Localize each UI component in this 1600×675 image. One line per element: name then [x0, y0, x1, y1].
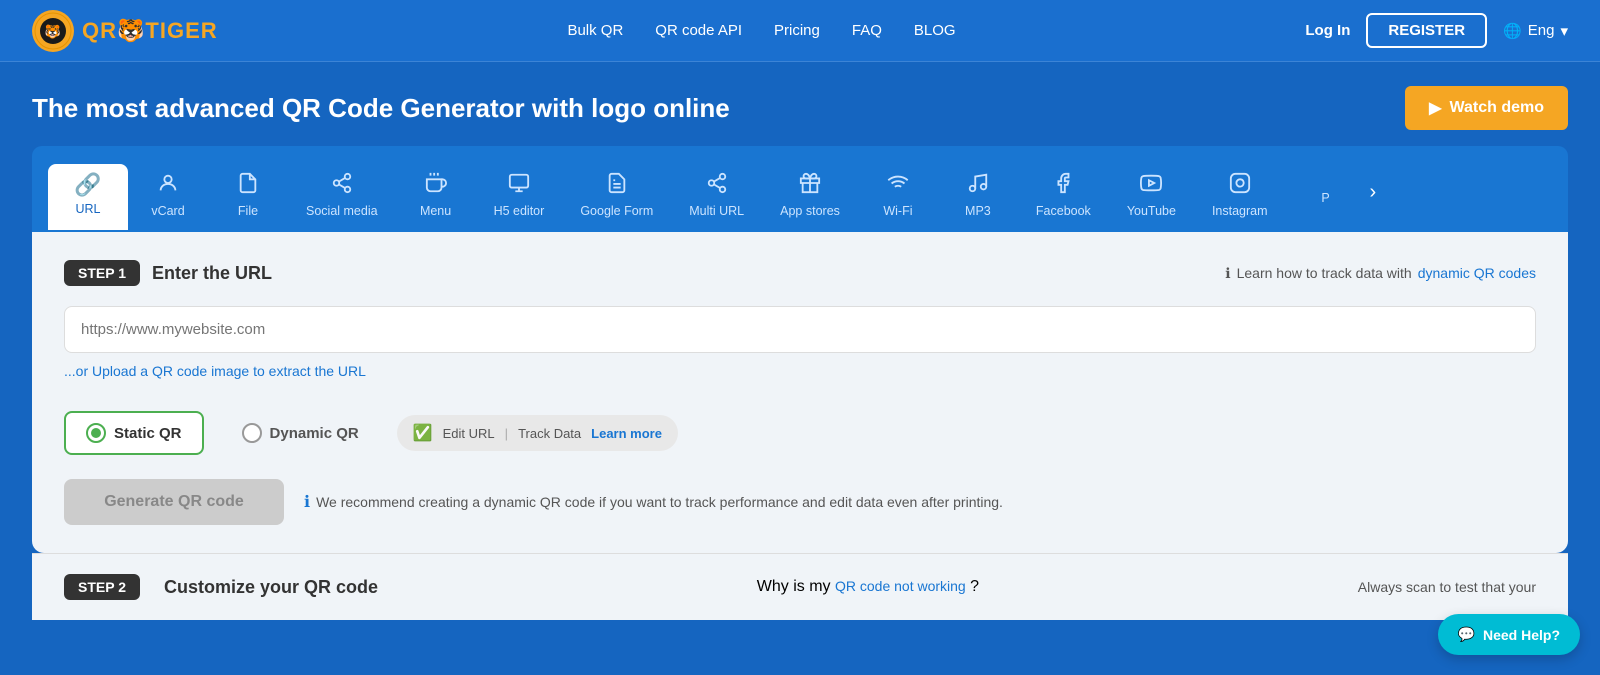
tab-youtube-icon [1140, 172, 1162, 198]
play-icon: ▶ [1429, 98, 1441, 118]
tabs-container: 🔗 URL vCard File Social media Menu H5 editor Go… [0, 130, 1600, 232]
generate-qr-button[interactable]: Generate QR code [64, 479, 284, 525]
tab-facebook-label: Facebook [1036, 204, 1091, 218]
hero-section: The most advanced QR Code Generator with… [0, 62, 1600, 130]
tab-menu-icon [425, 172, 447, 198]
tab-instagram-label: Instagram [1212, 204, 1268, 218]
language-selector[interactable]: 🌐 Eng ▾ [1503, 22, 1568, 40]
upload-qr-link[interactable]: ...or Upload a QR code image to extract … [64, 363, 366, 379]
qr-not-working-link[interactable]: QR code not working [835, 578, 966, 594]
step2-badge: STEP 2 [64, 574, 140, 600]
tab-url[interactable]: 🔗 URL [48, 164, 128, 230]
track-info: ℹ Learn how to track data with dynamic Q… [1225, 265, 1536, 282]
tab-instagram-icon [1229, 172, 1251, 198]
logo-text: QR🐯TIGER [82, 18, 218, 44]
tab-more[interactable]: P [1286, 175, 1366, 219]
main-nav: Bulk QR QR code API Pricing FAQ BLOG [567, 22, 955, 39]
register-button[interactable]: REGISTER [1366, 13, 1487, 48]
need-help-button[interactable]: 💬 Need Help? [1438, 614, 1580, 655]
tab-vcard[interactable]: vCard [128, 162, 208, 232]
tab-wifi-label: Wi-Fi [883, 204, 912, 218]
tab-mp3[interactable]: MP3 [938, 162, 1018, 232]
logo-area: 🐯 QR🐯TIGER [32, 10, 218, 52]
tab-h5-editor-icon [508, 172, 530, 198]
tab-file[interactable]: File [208, 162, 288, 232]
tab-google-form-icon [606, 172, 628, 198]
info-icon: ℹ [1225, 265, 1230, 282]
tab-h5-editor[interactable]: H5 editor [476, 162, 563, 232]
dynamic-qr-option[interactable]: Dynamic QR [220, 411, 381, 455]
dynamic-qr-radio[interactable] [242, 423, 262, 443]
step1-title: Enter the URL [152, 263, 272, 284]
tab-multi-url-icon [706, 172, 728, 198]
svg-text:🐯: 🐯 [45, 23, 61, 39]
tab-social-media[interactable]: Social media [288, 162, 396, 232]
tab-mp3-icon [967, 172, 989, 198]
tab-google-form[interactable]: Google Form [562, 162, 671, 232]
tabs-chevron-right[interactable]: › [1370, 181, 1377, 214]
tab-mp3-label: MP3 [965, 204, 991, 218]
step2-title: Customize your QR code [164, 577, 378, 598]
main-content: STEP 1 Enter the URL ℹ Learn how to trac… [32, 232, 1568, 553]
step1-header: STEP 1 Enter the URL ℹ Learn how to trac… [64, 260, 1536, 286]
tab-app-stores-label: App stores [780, 204, 840, 218]
step2-right: Always scan to test that your [1358, 579, 1536, 595]
tab-vcard-label: vCard [151, 204, 184, 218]
step2-left: STEP 2 Customize your QR code [64, 574, 378, 600]
tab-vcard-icon [157, 172, 179, 198]
recommend-text: ℹ We recommend creating a dynamic QR cod… [304, 492, 1003, 512]
static-qr-radio[interactable] [86, 423, 106, 443]
tab-social-media-icon [331, 172, 353, 198]
tab-url-label: URL [75, 202, 100, 216]
learn-more-link[interactable]: Learn more [591, 426, 662, 441]
tab-social-media-label: Social media [306, 204, 378, 218]
tab-more-label: P [1321, 191, 1329, 205]
hero-title: The most advanced QR Code Generator with… [32, 93, 730, 124]
qr-options: Static QR Dynamic QR ✅ Edit URL | Track … [64, 411, 1536, 455]
globe-icon: 🌐 [1503, 22, 1522, 40]
nav-pricing[interactable]: Pricing [774, 22, 820, 39]
tab-app-stores-icon [799, 172, 821, 198]
static-qr-option[interactable]: Static QR [64, 411, 204, 455]
info-circle-icon: ℹ [304, 492, 310, 512]
nav-qr-api[interactable]: QR code API [655, 22, 742, 39]
step2-center: Why is my QR code not working ? [757, 578, 979, 596]
tab-google-form-label: Google Form [580, 204, 653, 218]
header: 🐯 QR🐯TIGER Bulk QR QR code API Pricing F… [0, 0, 1600, 62]
header-right: Log In REGISTER 🌐 Eng ▾ [1305, 13, 1568, 48]
nav-bulk-qr[interactable]: Bulk QR [567, 22, 623, 39]
url-input[interactable] [64, 306, 1536, 353]
tab-facebook[interactable]: Facebook [1018, 162, 1109, 232]
step1-badge: STEP 1 [64, 260, 140, 286]
generate-row: Generate QR code ℹ We recommend creating… [64, 479, 1536, 525]
login-button[interactable]: Log In [1305, 22, 1350, 39]
tab-multi-url[interactable]: Multi URL [671, 162, 762, 232]
step2-preview: STEP 2 Customize your QR code Why is my … [32, 553, 1568, 620]
chevron-down-icon: ▾ [1560, 22, 1568, 40]
logo-icon: 🐯 [32, 10, 74, 52]
watch-demo-button[interactable]: ▶ Watch demo [1405, 86, 1568, 130]
tab-url-icon: 🔗 [74, 174, 101, 196]
tab-file-label: File [238, 204, 258, 218]
tab-instagram[interactable]: Instagram [1194, 162, 1286, 232]
tab-h5-editor-label: H5 editor [494, 204, 545, 218]
nav-blog[interactable]: BLOG [914, 22, 956, 39]
chat-icon: 💬 [1458, 626, 1475, 643]
tabs-inner: 🔗 URL vCard File Social media Menu H5 editor Go… [32, 146, 1568, 232]
tab-facebook-icon [1052, 172, 1074, 198]
dynamic-qr-link[interactable]: dynamic QR codes [1418, 265, 1536, 281]
tab-multi-url-label: Multi URL [689, 204, 744, 218]
step1-header-left: STEP 1 Enter the URL [64, 260, 272, 286]
check-icon: ✅ [413, 423, 433, 443]
tab-youtube[interactable]: YouTube [1109, 162, 1194, 232]
dynamic-features-badge: ✅ Edit URL | Track Data Learn more [397, 415, 678, 451]
tab-youtube-label: YouTube [1127, 204, 1176, 218]
tab-app-stores[interactable]: App stores [762, 162, 858, 232]
nav-faq[interactable]: FAQ [852, 22, 882, 39]
tab-wifi-icon [887, 172, 909, 198]
tab-wifi[interactable]: Wi-Fi [858, 162, 938, 232]
tab-menu[interactable]: Menu [396, 162, 476, 232]
tab-file-icon [237, 172, 259, 198]
tab-menu-label: Menu [420, 204, 451, 218]
